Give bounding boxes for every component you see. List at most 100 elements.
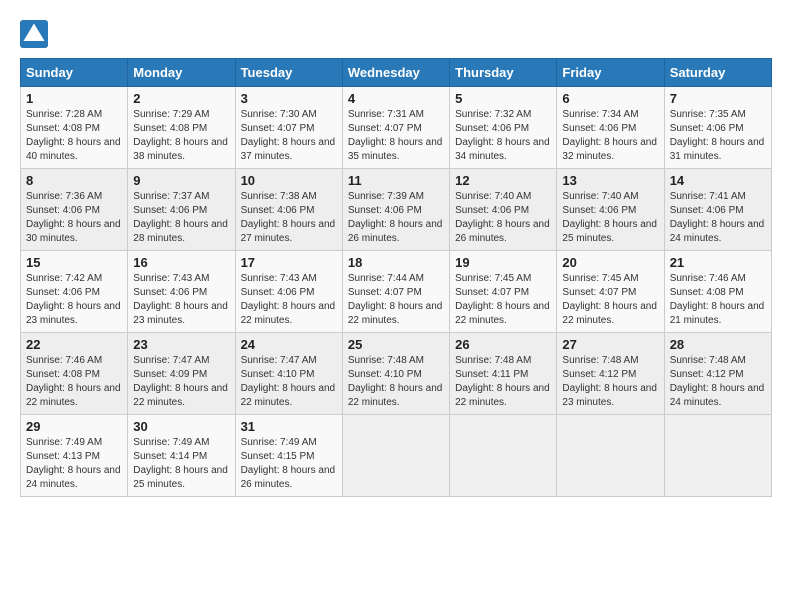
day-info: Sunrise: 7:49 AM Sunset: 4:15 PM Dayligh… [241, 436, 337, 492]
day-number: 4 [348, 91, 444, 106]
day-info: Sunrise: 7:28 AM Sunset: 4:08 PM Dayligh… [26, 108, 122, 164]
day-number: 28 [670, 337, 766, 352]
table-row: 26 Sunrise: 7:48 AM Sunset: 4:11 PM Dayli… [450, 333, 557, 415]
day-number: 8 [26, 173, 122, 188]
table-row: 4 Sunrise: 7:31 AM Sunset: 4:07 PM Daylig… [342, 87, 449, 169]
table-row: 13 Sunrise: 7:40 AM Sunset: 4:06 PM Dayli… [557, 169, 664, 251]
day-info: Sunrise: 7:29 AM Sunset: 4:08 PM Dayligh… [133, 108, 229, 164]
day-info: Sunrise: 7:43 AM Sunset: 4:06 PM Dayligh… [241, 272, 337, 328]
day-info: Sunrise: 7:39 AM Sunset: 4:06 PM Dayligh… [348, 190, 444, 246]
day-number: 5 [455, 91, 551, 106]
col-wednesday: Wednesday [342, 59, 449, 87]
table-row: 8Sunrise: 7:36 AM Sunset: 4:06 PM Daylig… [21, 169, 128, 251]
col-saturday: Saturday [664, 59, 771, 87]
day-info: Sunrise: 7:31 AM Sunset: 4:07 PM Dayligh… [348, 108, 444, 164]
day-info: Sunrise: 7:48 AM Sunset: 4:10 PM Dayligh… [348, 354, 444, 410]
table-row: 21 Sunrise: 7:46 AM Sunset: 4:08 PM Dayli… [664, 251, 771, 333]
day-info: Sunrise: 7:35 AM Sunset: 4:06 PM Dayligh… [670, 108, 766, 164]
table-row: 10 Sunrise: 7:38 AM Sunset: 4:06 PM Dayli… [235, 169, 342, 251]
day-number: 27 [562, 337, 658, 352]
table-row: 15 Sunrise: 7:42 AM Sunset: 4:06 PM Dayli… [21, 251, 128, 333]
day-info: Sunrise: 7:40 AM Sunset: 4:06 PM Dayligh… [562, 190, 658, 246]
table-row: 28 Sunrise: 7:48 AM Sunset: 4:12 PM Dayli… [664, 333, 771, 415]
day-info: Sunrise: 7:48 AM Sunset: 4:12 PM Dayligh… [562, 354, 658, 410]
day-info: Sunrise: 7:42 AM Sunset: 4:06 PM Dayligh… [26, 272, 122, 328]
col-sunday: Sunday [21, 59, 128, 87]
table-row: 12 Sunrise: 7:40 AM Sunset: 4:06 PM Dayli… [450, 169, 557, 251]
table-row: 6Sunrise: 7:34 AM Sunset: 4:06 PM Daylig… [557, 87, 664, 169]
table-row: 9 Sunrise: 7:37 AM Sunset: 4:06 PM Daylig… [128, 169, 235, 251]
day-info: Sunrise: 7:49 AM Sunset: 4:14 PM Dayligh… [133, 436, 229, 492]
calendar-week-row: 29Sunrise: 7:49 AM Sunset: 4:13 PM Dayli… [21, 415, 772, 497]
day-number: 20 [562, 255, 658, 270]
table-row [450, 415, 557, 497]
day-number: 24 [241, 337, 337, 352]
table-row: 19Sunrise: 7:45 AM Sunset: 4:07 PM Dayli… [450, 251, 557, 333]
table-row: 24 Sunrise: 7:47 AM Sunset: 4:10 PM Dayli… [235, 333, 342, 415]
day-info: Sunrise: 7:43 AM Sunset: 4:06 PM Dayligh… [133, 272, 229, 328]
day-number: 2 [133, 91, 229, 106]
day-number: 25 [348, 337, 444, 352]
day-info: Sunrise: 7:48 AM Sunset: 4:12 PM Dayligh… [670, 354, 766, 410]
day-number: 12 [455, 173, 551, 188]
day-number: 11 [348, 173, 444, 188]
day-info: Sunrise: 7:47 AM Sunset: 4:10 PM Dayligh… [241, 354, 337, 410]
table-row: 22 Sunrise: 7:46 AM Sunset: 4:08 PM Dayli… [21, 333, 128, 415]
day-info: Sunrise: 7:45 AM Sunset: 4:07 PM Dayligh… [562, 272, 658, 328]
table-row: 5 Sunrise: 7:32 AM Sunset: 4:06 PM Daylig… [450, 87, 557, 169]
day-info: Sunrise: 7:48 AM Sunset: 4:11 PM Dayligh… [455, 354, 551, 410]
day-info: Sunrise: 7:37 AM Sunset: 4:06 PM Dayligh… [133, 190, 229, 246]
table-row: 27 Sunrise: 7:48 AM Sunset: 4:12 PM Dayli… [557, 333, 664, 415]
table-row [664, 415, 771, 497]
col-friday: Friday [557, 59, 664, 87]
day-number: 7 [670, 91, 766, 106]
day-info: Sunrise: 7:45 AM Sunset: 4:07 PM Dayligh… [455, 272, 551, 328]
day-number: 18 [348, 255, 444, 270]
day-number: 10 [241, 173, 337, 188]
table-row: 1 Sunrise: 7:28 AM Sunset: 4:08 PM Daylig… [21, 87, 128, 169]
table-row: 2 Sunrise: 7:29 AM Sunset: 4:08 PM Daylig… [128, 87, 235, 169]
day-number: 15 [26, 255, 122, 270]
logo-icon [20, 20, 48, 48]
day-info: Sunrise: 7:38 AM Sunset: 4:06 PM Dayligh… [241, 190, 337, 246]
table-row [342, 415, 449, 497]
day-info: Sunrise: 7:40 AM Sunset: 4:06 PM Dayligh… [455, 190, 551, 246]
day-number: 30 [133, 419, 229, 434]
day-info: Sunrise: 7:49 AM Sunset: 4:13 PM Dayligh… [26, 436, 122, 492]
logo [20, 20, 54, 48]
day-number: 9 [133, 173, 229, 188]
day-number: 1 [26, 91, 122, 106]
day-info: Sunrise: 7:46 AM Sunset: 4:08 PM Dayligh… [670, 272, 766, 328]
day-info: Sunrise: 7:44 AM Sunset: 4:07 PM Dayligh… [348, 272, 444, 328]
day-number: 17 [241, 255, 337, 270]
calendar-header [20, 20, 772, 48]
col-thursday: Thursday [450, 59, 557, 87]
day-info: Sunrise: 7:46 AM Sunset: 4:08 PM Dayligh… [26, 354, 122, 410]
table-row: 18 Sunrise: 7:44 AM Sunset: 4:07 PM Dayli… [342, 251, 449, 333]
day-number: 31 [241, 419, 337, 434]
table-row: 31 Sunrise: 7:49 AM Sunset: 4:15 PM Dayli… [235, 415, 342, 497]
table-row: 30 Sunrise: 7:49 AM Sunset: 4:14 PM Dayli… [128, 415, 235, 497]
day-number: 21 [670, 255, 766, 270]
day-number: 14 [670, 173, 766, 188]
day-info: Sunrise: 7:47 AM Sunset: 4:09 PM Dayligh… [133, 354, 229, 410]
day-number: 3 [241, 91, 337, 106]
table-row: 11 Sunrise: 7:39 AM Sunset: 4:06 PM Dayli… [342, 169, 449, 251]
table-row: 17 Sunrise: 7:43 AM Sunset: 4:06 PM Dayli… [235, 251, 342, 333]
calendar-page: Sunday Monday Tuesday Wednesday Thursday… [20, 20, 772, 497]
table-row: 29Sunrise: 7:49 AM Sunset: 4:13 PM Dayli… [21, 415, 128, 497]
table-row: 16Sunrise: 7:43 AM Sunset: 4:06 PM Dayli… [128, 251, 235, 333]
table-row [557, 415, 664, 497]
day-info: Sunrise: 7:32 AM Sunset: 4:06 PM Dayligh… [455, 108, 551, 164]
table-row: 23Sunrise: 7:47 AM Sunset: 4:09 PM Dayli… [128, 333, 235, 415]
calendar-week-row: 22 Sunrise: 7:46 AM Sunset: 4:08 PM Dayli… [21, 333, 772, 415]
col-monday: Monday [128, 59, 235, 87]
day-number: 13 [562, 173, 658, 188]
day-number: 22 [26, 337, 122, 352]
day-number: 26 [455, 337, 551, 352]
day-info: Sunrise: 7:30 AM Sunset: 4:07 PM Dayligh… [241, 108, 337, 164]
day-info: Sunrise: 7:41 AM Sunset: 4:06 PM Dayligh… [670, 190, 766, 246]
table-row: 14 Sunrise: 7:41 AM Sunset: 4:06 PM Dayli… [664, 169, 771, 251]
header-row: Sunday Monday Tuesday Wednesday Thursday… [21, 59, 772, 87]
table-row: 25 Sunrise: 7:48 AM Sunset: 4:10 PM Dayli… [342, 333, 449, 415]
